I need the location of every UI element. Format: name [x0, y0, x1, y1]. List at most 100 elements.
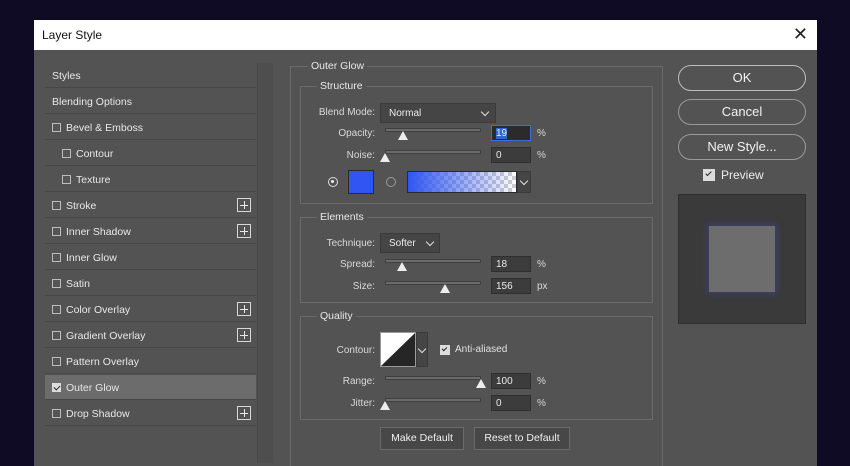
noise-slider-thumb[interactable] — [380, 153, 390, 162]
cancel-button[interactable]: Cancel — [678, 99, 806, 125]
style-item-checkbox[interactable] — [52, 331, 61, 340]
jitter-input[interactable]: 0 — [491, 395, 531, 411]
size-slider-track[interactable] — [385, 281, 481, 285]
add-effect-plus-icon[interactable] — [237, 224, 251, 238]
anti-aliased-checkbox[interactable] — [440, 345, 450, 355]
spread-slider-thumb[interactable] — [397, 262, 408, 271]
style-item-styles[interactable]: Styles — [45, 63, 256, 88]
style-item-stroke[interactable]: Stroke — [45, 193, 256, 218]
add-effect-plus-icon[interactable] — [237, 328, 251, 342]
contour-dropdown-button[interactable] — [416, 332, 428, 367]
size-slider-thumb[interactable] — [439, 284, 450, 293]
add-effect-plus-icon[interactable] — [237, 198, 251, 212]
blend-mode-value: Normal — [389, 108, 422, 119]
style-item-satin[interactable]: Satin — [45, 271, 256, 296]
chevron-down-icon — [519, 176, 529, 186]
style-item-label: Drop Shadow — [66, 408, 130, 420]
style-item-label: Texture — [76, 174, 111, 186]
size-unit: px — [537, 281, 548, 292]
size-label: Size: — [352, 281, 375, 292]
opacity-input[interactable]: 19 — [491, 125, 531, 141]
spread-value: 18 — [496, 259, 508, 270]
technique-select[interactable]: Softer — [380, 233, 440, 253]
style-item-inner-shadow[interactable]: Inner Shadow — [45, 219, 256, 244]
opacity-label: Opacity: — [338, 128, 375, 139]
size-input[interactable]: 156 — [491, 278, 531, 294]
glow-color-swatch[interactable] — [348, 170, 374, 194]
range-label: Range: — [342, 376, 375, 387]
outer-glow-title: Outer Glow — [308, 60, 368, 72]
style-item-drop-shadow[interactable]: Drop Shadow — [45, 401, 256, 426]
style-list: Styles Blending Options Bevel & Emboss Cont… — [45, 63, 257, 443]
style-item-checkbox[interactable] — [52, 123, 61, 132]
style-item-checkbox[interactable] — [52, 279, 61, 288]
contour-label: Contour: — [336, 345, 375, 356]
style-item-checkbox[interactable] — [52, 201, 61, 210]
add-effect-plus-icon[interactable] — [237, 302, 251, 316]
preview-checkbox[interactable] — [703, 169, 715, 181]
style-item-checkbox[interactable] — [52, 357, 61, 366]
style-item-inner-glow[interactable]: Inner Glow — [45, 245, 256, 270]
gradient-dropdown-button[interactable] — [517, 171, 531, 193]
solid-color-radio[interactable] — [328, 177, 338, 187]
style-item-outer-glow[interactable]: Outer Glow — [45, 375, 256, 400]
style-item-bevel-emboss[interactable]: Bevel & Emboss — [45, 115, 256, 140]
jitter-slider-track[interactable] — [385, 398, 481, 402]
make-default-button[interactable]: Make Default — [380, 427, 464, 450]
style-item-label: Contour — [76, 148, 114, 160]
spread-unit: % — [537, 259, 546, 270]
style-item-checkbox[interactable] — [52, 409, 61, 418]
window-title: Layer Style — [42, 28, 103, 42]
range-slider-thumb[interactable] — [476, 379, 486, 388]
gradient-radio[interactable] — [386, 177, 396, 187]
opacity-value: 19 — [496, 128, 508, 139]
style-list-scrollbar[interactable] — [257, 63, 273, 463]
blend-mode-select[interactable]: Normal — [380, 103, 496, 123]
style-item-gradient-overlay[interactable]: Gradient Overlay — [45, 323, 256, 348]
jitter-value: 0 — [496, 398, 502, 409]
spread-input[interactable]: 18 — [491, 256, 531, 272]
preview-label: Preview — [721, 168, 764, 182]
title-bar: Layer Style ✕ — [34, 20, 817, 50]
add-effect-plus-icon[interactable] — [237, 406, 251, 420]
contour-picker[interactable] — [380, 332, 416, 367]
new-style-button[interactable]: New Style... — [678, 134, 806, 160]
range-unit: % — [537, 376, 546, 387]
opacity-slider-thumb[interactable] — [398, 131, 409, 140]
style-item-checkbox[interactable] — [52, 253, 61, 262]
jitter-slider-thumb[interactable] — [380, 401, 390, 410]
anti-aliased-label: Anti-aliased — [455, 344, 508, 355]
style-item-label: Stroke — [66, 200, 97, 212]
style-item-checkbox[interactable] — [62, 175, 71, 184]
check-icon — [705, 169, 712, 177]
preview-square — [709, 226, 775, 292]
structure-title: Structure — [317, 80, 366, 92]
range-input[interactable]: 100 — [491, 373, 531, 389]
style-item-label: Blending Options — [52, 96, 132, 108]
close-icon[interactable]: ✕ — [793, 24, 808, 44]
noise-value: 0 — [496, 150, 502, 161]
ok-button[interactable]: OK — [678, 65, 806, 91]
noise-input[interactable]: 0 — [491, 147, 531, 163]
style-item-checkbox[interactable] — [62, 149, 71, 158]
noise-slider-track[interactable] — [385, 150, 481, 154]
style-item-label: Inner Glow — [66, 252, 117, 264]
check-icon — [441, 345, 448, 352]
chevron-down-icon — [417, 344, 427, 354]
style-item-pattern-overlay[interactable]: Pattern Overlay — [45, 349, 256, 374]
style-item-label: Satin — [66, 278, 90, 290]
style-item-label: Pattern Overlay — [66, 356, 139, 368]
style-item-texture[interactable]: Texture — [45, 167, 256, 192]
style-item-label: Color Overlay — [66, 304, 131, 316]
style-item-color-overlay[interactable]: Color Overlay — [45, 297, 256, 322]
style-item-checkbox[interactable] — [52, 383, 61, 392]
style-item-contour[interactable]: Contour — [45, 141, 256, 166]
style-item-checkbox[interactable] — [52, 305, 61, 314]
range-slider-track[interactable] — [385, 376, 481, 380]
quality-title: Quality — [317, 310, 356, 322]
chevron-down-icon — [480, 107, 490, 117]
reset-to-default-button[interactable]: Reset to Default — [474, 427, 570, 450]
style-item-checkbox[interactable] — [52, 227, 61, 236]
style-item-blending-options[interactable]: Blending Options — [45, 89, 256, 114]
glow-gradient-swatch[interactable] — [407, 171, 517, 193]
